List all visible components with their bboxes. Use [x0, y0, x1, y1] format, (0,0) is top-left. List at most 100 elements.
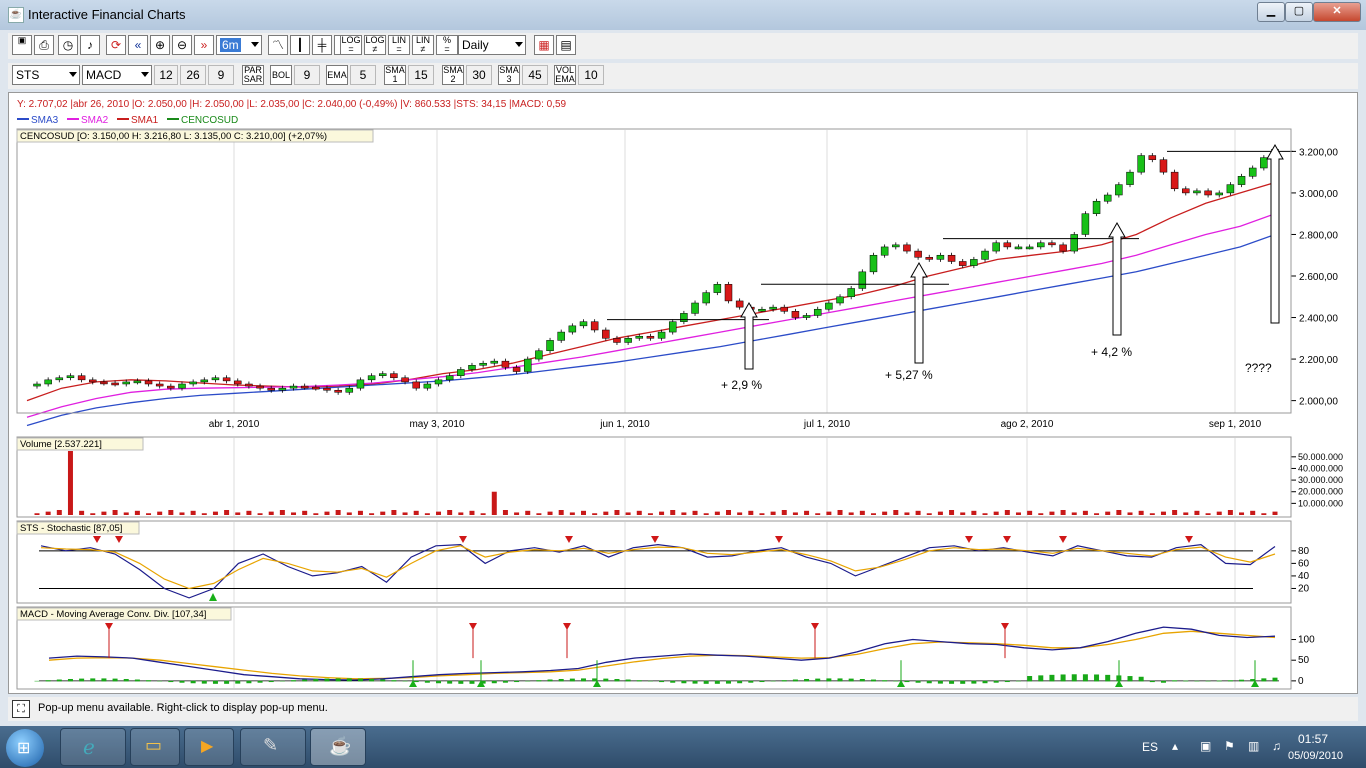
tray-arrow-icon[interactable]: ▴	[1172, 739, 1178, 753]
macd-histogram-bar	[993, 680, 999, 683]
ohlc-icon-button[interactable]: ╪	[312, 35, 332, 55]
macd-fast-field[interactable]: 12	[154, 65, 178, 85]
macd-histogram-bar	[447, 680, 453, 684]
sma1-field[interactable]: 15	[408, 65, 434, 85]
taskbar-media[interactable]: ▶	[184, 728, 234, 766]
volume-bar	[1160, 511, 1166, 515]
tray-flag-icon[interactable]: ⚑	[1224, 739, 1235, 753]
volume-bar	[904, 512, 910, 515]
macd-histogram-bar	[45, 680, 51, 682]
macd-histogram-bar	[1038, 675, 1044, 682]
ema-button[interactable]: EMA	[326, 65, 348, 85]
taskbar-explorer[interactable]: ▭	[130, 728, 180, 766]
bol-label: BOL	[271, 70, 290, 80]
clock-time[interactable]: 01:57	[1298, 732, 1328, 746]
x-tick-label: abr 1, 2010	[209, 419, 260, 430]
macd-histogram-bar	[257, 680, 263, 683]
clock-icon-button[interactable]: ◷	[58, 35, 78, 55]
lin-neq-button[interactable]: LIN ≠	[412, 35, 434, 55]
bol-value: 9	[303, 68, 311, 82]
status-text: Pop-up menu available. Right-click to di…	[38, 702, 328, 714]
macd-histogram-bar	[714, 680, 720, 684]
period-select[interactable]: 6m	[216, 35, 262, 55]
bol-button[interactable]: BOL	[270, 65, 292, 85]
symbol-select[interactable]: STS	[12, 65, 80, 85]
chart-settings-icon-button[interactable]: ▤	[556, 35, 576, 55]
paint-icon: ✎	[263, 735, 279, 755]
candle-body	[189, 381, 197, 385]
log-eq-label: LOG =	[341, 35, 361, 54]
taskbar-java[interactable]: ☕	[310, 728, 366, 766]
indicator-select[interactable]: MACD	[82, 65, 152, 85]
print-icon-button[interactable]: ⎙	[34, 35, 54, 55]
stochastic-panel[interactable]: 8060 4020	[39, 522, 1310, 602]
log-eq-button[interactable]: LOG =	[340, 35, 362, 55]
sma2-label: SMA 2	[443, 65, 463, 84]
zoom-out-icon-button[interactable]: ⊖	[172, 35, 192, 55]
window-icon-button[interactable]: ▣	[12, 35, 32, 55]
forward-icon-button[interactable]: »	[194, 35, 214, 55]
percent-button[interactable]: % =	[436, 35, 458, 55]
sell-signal-marker	[565, 536, 573, 543]
minimize-button[interactable]: ▁	[1257, 2, 1285, 22]
sma3-field[interactable]: 45	[522, 65, 548, 85]
sound-icon-button[interactable]: ♪	[80, 35, 100, 55]
macd-slow-field[interactable]: 26	[180, 65, 206, 85]
x-tick-label: ago 2, 2010	[1001, 419, 1054, 430]
tray-network-icon[interactable]: ▥	[1248, 739, 1259, 753]
volume-bar	[703, 513, 709, 515]
macd-signal-field[interactable]: 9	[208, 65, 234, 85]
lin-eq-button[interactable]: LIN =	[388, 35, 410, 55]
up-arrow	[1266, 143, 1284, 324]
sma1-button[interactable]: SMA 1	[384, 65, 406, 85]
rewind-icon-button[interactable]: «	[128, 35, 148, 55]
sma3-button[interactable]: SMA 3	[498, 65, 520, 85]
volume-bar	[1015, 512, 1021, 515]
tray-volume-icon[interactable]: ♫	[1272, 739, 1281, 753]
taskbar: ⊞ ℯ ▭ ▶ ✎ ☕ ES ▴ ▣ ⚑ ▥ ♫ 01:57 05/09/201…	[0, 726, 1366, 768]
language-indicator[interactable]: ES	[1142, 740, 1158, 754]
log-neq-button[interactable]: LOG ≠	[364, 35, 386, 55]
line-chart-icon-button[interactable]: 〽	[268, 35, 288, 55]
volume-bar	[882, 511, 888, 515]
candle-body	[936, 254, 945, 260]
macd-histogram-bar	[1183, 680, 1189, 682]
color-palette-icon-button[interactable]: ▦	[534, 35, 554, 55]
candle-body	[77, 375, 86, 381]
interval-select[interactable]: Daily	[458, 35, 526, 55]
macd-line	[48, 626, 1276, 681]
taskbar-paint[interactable]: ✎	[240, 728, 306, 766]
par-sar-button[interactable]: PAR SAR	[242, 65, 264, 85]
vol-field[interactable]: 10	[578, 65, 604, 85]
taskbar-ie[interactable]: ℯ	[60, 728, 126, 766]
candle-body	[89, 379, 97, 383]
start-button[interactable]: ⊞	[6, 729, 44, 767]
candle-body	[490, 360, 499, 364]
sma2-field[interactable]: 30	[466, 65, 492, 85]
candle-body	[568, 325, 577, 333]
candle-body	[713, 284, 722, 293]
legend-sma1: SMA1	[131, 115, 159, 126]
maximize-button[interactable]: ▢	[1285, 2, 1313, 22]
refresh-icon-button[interactable]: ⟳	[106, 35, 126, 55]
macd-histogram-bar	[79, 678, 85, 682]
chart-svg[interactable]: Y: 2.707,02 |abr 26, 2010 |O: 2.050,00 |…	[9, 93, 1357, 693]
candle-body	[1248, 167, 1257, 177]
bar-chart-icon-button[interactable]: ┃	[290, 35, 310, 55]
macd-histogram-bar	[558, 678, 564, 682]
volume-panel[interactable]: 50.000.00040.000.000 30.000.000 20.000.000…	[34, 438, 1344, 516]
candle-body	[535, 350, 543, 360]
volume-bar	[424, 513, 430, 515]
tray-device-icon[interactable]: ▣	[1200, 739, 1211, 753]
close-button[interactable]: ✕	[1313, 2, 1361, 22]
chart-area[interactable]: Y: 2.707,02 |abr 26, 2010 |O: 2.050,00 |…	[8, 92, 1358, 694]
price-panel[interactable]: abr 1, 2010 may 3, 2010 jun 1, 2010 jul 1, …	[26, 130, 1338, 430]
bol-field[interactable]: 9	[294, 65, 320, 85]
vol-ema-button[interactable]: VOL EMA	[554, 65, 576, 85]
ema-field[interactable]: 5	[350, 65, 376, 85]
annotation-4: ????	[1245, 361, 1272, 375]
popup-icon[interactable]: ⛶	[12, 700, 30, 718]
clock-date[interactable]: 05/09/2010	[1288, 750, 1343, 762]
sma2-button[interactable]: SMA 2	[442, 65, 464, 85]
zoom-in-icon-button[interactable]: ⊕	[150, 35, 170, 55]
